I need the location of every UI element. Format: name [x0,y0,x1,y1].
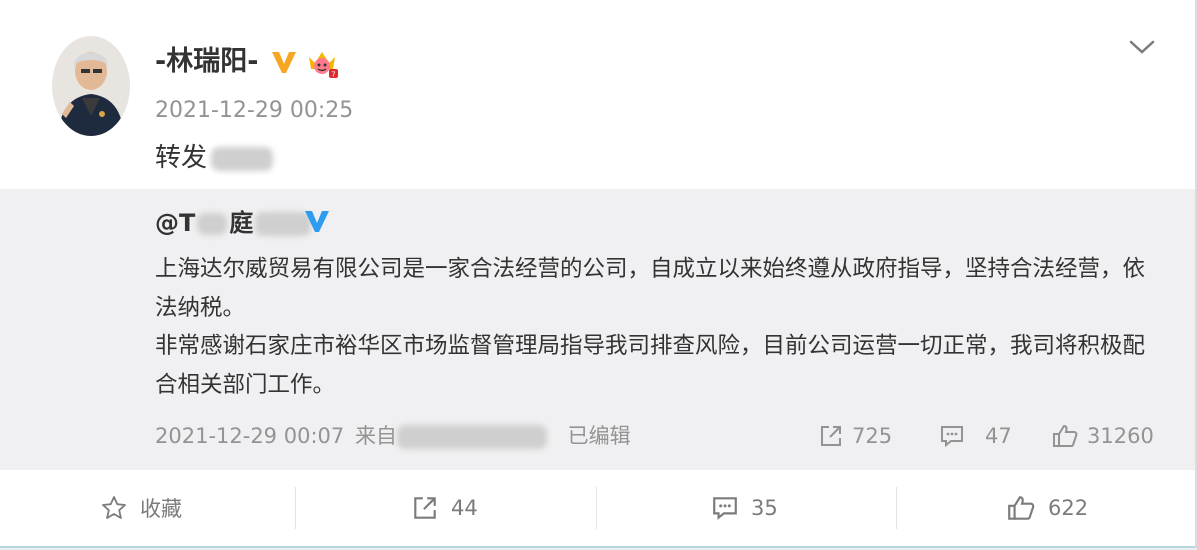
post-text-content: 转发 [155,143,208,173]
original-comment-count[interactable]: 47 [939,421,1012,451]
repost-count: 44 [451,496,478,520]
thumbs-up-icon [1053,424,1078,447]
weibo-post-card: -林瑞阳- 7 2021-12-29 00:25 转发 @T 庭 上海达尔威贸易… [0,0,1197,548]
redacted-blur [396,425,547,449]
favorite-button[interactable]: 收藏 [100,487,182,529]
author-name[interactable]: -林瑞阳- [155,44,258,80]
chevron-down-icon[interactable] [1128,38,1156,60]
share-icon [414,497,436,519]
original-like-count[interactable]: 31260 [1051,421,1154,451]
source-prefix: 来自 [354,424,397,448]
original-like-number: 31260 [1087,424,1154,448]
member-crown-icon[interactable]: 7 [305,47,339,83]
thumbs-up-icon [1008,496,1035,520]
like-count: 622 [1048,496,1089,520]
original-comment-number: 47 [985,424,1012,448]
post-timestamp[interactable]: 2021-12-29 00:25 [155,96,353,126]
original-author-prefix: @T [155,209,196,237]
original-paragraph-2: 非常感谢石家庄市裕华区市场监督管理局指导我司排查风险，目前公司运营一切正常，我司… [155,333,1146,398]
divider [896,487,897,529]
edited-label[interactable]: 已编辑 [568,424,631,448]
verified-v-icon [270,49,298,79]
original-repost-count[interactable]: 725 [818,421,892,451]
like-button[interactable]: 622 [1006,487,1088,529]
original-author-name[interactable]: @T 庭 [155,206,312,240]
redacted-blur [197,213,228,235]
post-text: 转发 [155,140,274,176]
comment-count: 35 [751,496,778,520]
original-timestamp[interactable]: 2021-12-29 00:07 [155,424,344,448]
original-paragraph-1: 上海达尔威贸易有限公司是一家合法经营的公司，自成立以来始终遵从政府指导，坚持合法… [155,256,1146,321]
divider [596,487,597,529]
comment-icon [713,497,737,520]
original-author-mid: 庭 [229,209,254,237]
repost-button[interactable]: 44 [411,487,478,529]
redacted-blur [211,146,274,171]
favorite-label: 收藏 [140,497,182,521]
comment-button[interactable]: 35 [711,487,778,529]
original-post-meta: 2021-12-29 00:07 来自 已编辑 [155,421,631,451]
verified-blue-v-icon [303,208,331,238]
original-post-text: 上海达尔威贸易有限公司是一家合法经营的公司，自成立以来始终遵从政府指导，坚持合法… [155,250,1145,404]
star-icon [102,496,126,519]
divider [295,487,296,529]
svg-text:7: 7 [331,71,335,79]
comment-icon [941,426,963,448]
author-avatar[interactable] [52,36,130,136]
original-repost-number: 725 [852,424,893,448]
share-icon [821,426,841,446]
